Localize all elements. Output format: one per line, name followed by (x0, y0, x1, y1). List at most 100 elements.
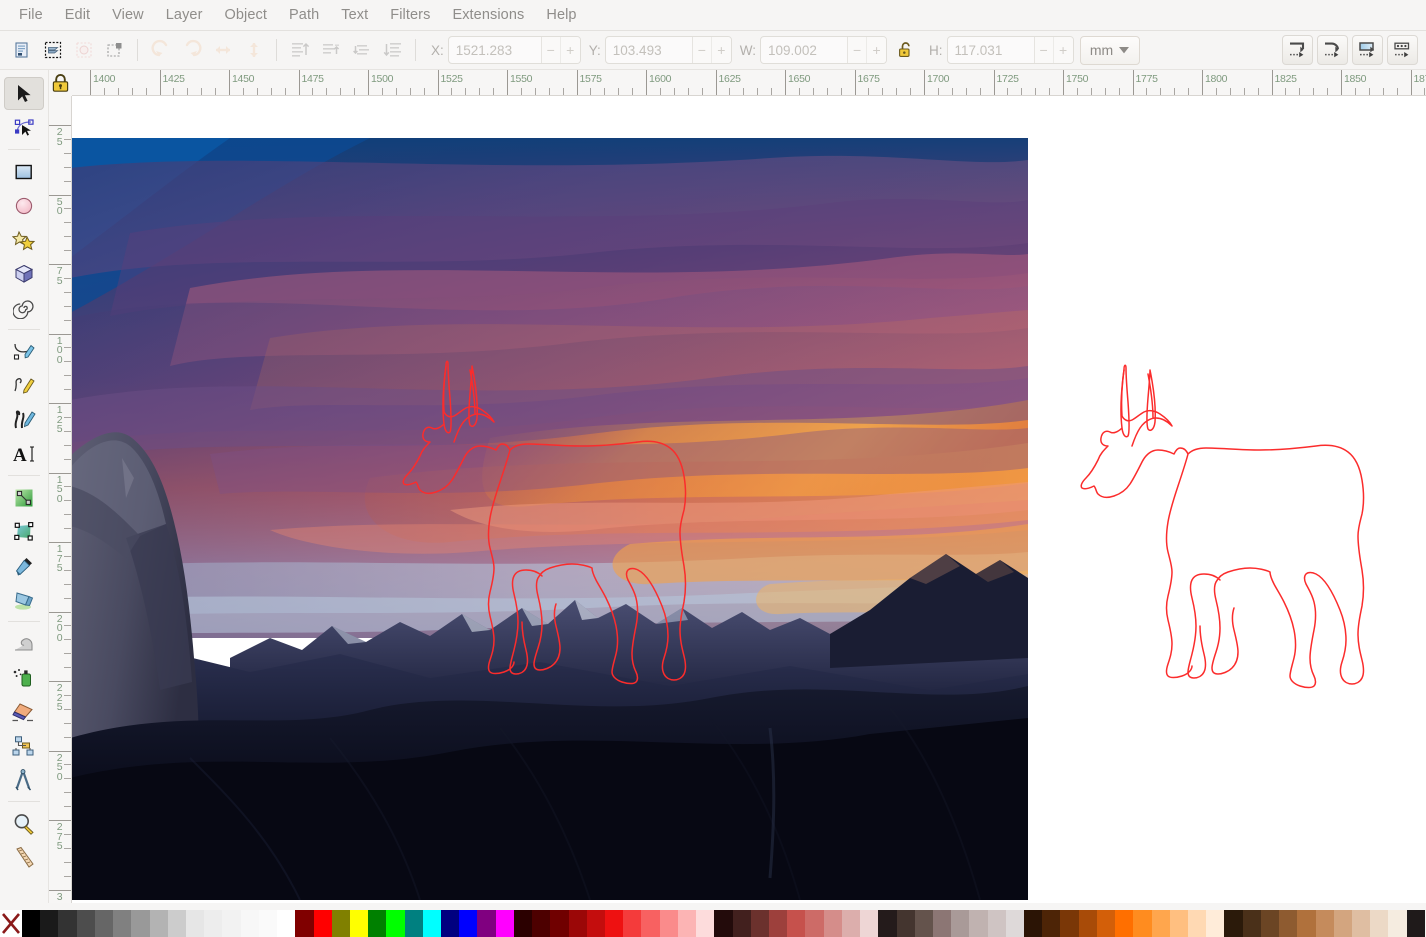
palette-swatch[interactable] (787, 910, 806, 937)
star-tool[interactable] (4, 223, 44, 256)
palette-swatch[interactable] (404, 910, 423, 937)
flip-horizontal-button[interactable] (208, 36, 237, 65)
palette-swatch[interactable] (1260, 910, 1280, 937)
menu-text[interactable]: Text (330, 4, 379, 26)
rotate-clockwise-button[interactable] (177, 36, 206, 65)
tweak-tool[interactable] (4, 627, 44, 660)
palette-swatch[interactable] (932, 910, 952, 937)
spiral-tool[interactable] (4, 291, 44, 324)
palette-swatch[interactable] (732, 910, 751, 937)
palette-swatch[interactable] (1388, 910, 1407, 937)
palette-swatch[interactable] (167, 910, 186, 937)
palette-swatch[interactable] (22, 910, 41, 937)
move-patterns-button[interactable] (1387, 35, 1418, 65)
palette-swatch[interactable] (677, 910, 697, 937)
palette-swatch[interactable] (185, 910, 205, 937)
y-stepper[interactable]: − + (691, 37, 731, 63)
h-spinbox[interactable]: − + (946, 36, 1074, 64)
palette-swatch[interactable] (1024, 910, 1043, 937)
palette-swatch[interactable] (696, 910, 715, 937)
palette-swatch[interactable] (513, 910, 533, 937)
eraser-tool[interactable] (4, 695, 44, 728)
palette-swatch[interactable] (277, 910, 296, 937)
palette-swatch[interactable] (76, 910, 95, 937)
palette-swatch[interactable] (313, 910, 332, 937)
palette-swatch[interactable] (1188, 910, 1207, 937)
y-increment-button[interactable]: + (711, 37, 731, 63)
palette-swatch[interactable] (422, 910, 442, 937)
h-decrement-button[interactable]: − (1034, 37, 1054, 63)
menu-edit[interactable]: Edit (54, 4, 101, 26)
ruler-tool[interactable] (4, 841, 44, 874)
palette-swatch[interactable] (368, 910, 387, 937)
mesh-gradient-tool[interactable] (4, 515, 44, 548)
palette-swatch[interactable] (623, 910, 642, 937)
palette-swatch[interactable] (987, 910, 1006, 937)
menu-view[interactable]: View (101, 4, 155, 26)
palette-swatch[interactable] (1224, 910, 1243, 937)
palette-swatch[interactable] (714, 910, 733, 937)
menu-path[interactable]: Path (278, 4, 330, 26)
scale-rounded-corners-button[interactable] (1317, 35, 1348, 65)
rectangle-tool[interactable] (4, 155, 44, 188)
palette-swatch[interactable] (1351, 910, 1371, 937)
palette-swatch[interactable] (222, 910, 241, 937)
menu-object[interactable]: Object (214, 4, 279, 26)
zoom-tool[interactable] (4, 807, 44, 840)
palette-swatch[interactable] (1078, 910, 1097, 937)
w-increment-button[interactable]: + (867, 37, 887, 63)
w-stepper[interactable]: − + (847, 37, 887, 63)
scale-stroke-width-button[interactable] (1282, 35, 1313, 65)
palette-swatch[interactable] (823, 910, 842, 937)
palette-swatch[interactable] (1333, 910, 1352, 937)
text-tool[interactable]: A (4, 437, 44, 470)
palette-swatch[interactable] (1297, 910, 1316, 937)
paint-bucket-tool[interactable] (4, 583, 44, 616)
palette-swatch[interactable] (204, 910, 223, 937)
palette-swatch[interactable] (1406, 910, 1425, 937)
palette-swatch[interactable] (149, 910, 168, 937)
palette-swatch[interactable] (113, 910, 132, 937)
palette-swatch[interactable] (969, 910, 988, 937)
dropper-tool[interactable] (4, 549, 44, 582)
select-same-button[interactable] (100, 36, 129, 65)
palette-swatch[interactable] (768, 910, 788, 937)
palette-swatch[interactable] (349, 910, 369, 937)
palette-swatch[interactable] (605, 910, 624, 937)
raise-one-step-button[interactable] (316, 36, 345, 65)
x-increment-button[interactable]: + (560, 37, 580, 63)
palette-swatch[interactable] (659, 910, 678, 937)
deer-outline-traced[interactable] (402, 354, 722, 694)
vertical-ruler[interactable]: 2550751001251501752002252502753 (49, 96, 72, 910)
ruler-corner-lock[interactable] (49, 70, 72, 96)
palette-swatch[interactable] (1206, 910, 1225, 937)
x-decrement-button[interactable]: − (541, 37, 561, 63)
palette-swatch[interactable] (331, 910, 350, 937)
flip-vertical-button[interactable] (239, 36, 268, 65)
palette-swatch[interactable] (750, 910, 769, 937)
deer-outline-copy[interactable] (1080, 358, 1400, 698)
palette-swatch[interactable] (1242, 910, 1261, 937)
height-input[interactable] (947, 37, 1034, 63)
color-palette[interactable] (0, 910, 1426, 937)
palette-swatch[interactable] (1096, 910, 1116, 937)
palette-swatch[interactable] (860, 910, 879, 937)
y-spinbox[interactable]: − + (604, 36, 732, 64)
palette-swatch[interactable] (1370, 910, 1389, 937)
spray-tool[interactable] (4, 661, 44, 694)
palette-swatch[interactable] (441, 910, 460, 937)
ellipse-tool[interactable] (4, 189, 44, 222)
h-increment-button[interactable]: + (1053, 37, 1073, 63)
x-stepper[interactable]: − + (540, 37, 580, 63)
palette-swatch[interactable] (1042, 910, 1061, 937)
select-all-button[interactable] (7, 36, 36, 65)
move-gradients-button[interactable] (1352, 35, 1383, 65)
palette-swatch[interactable] (1151, 910, 1170, 937)
box3d-tool[interactable] (4, 257, 44, 290)
palette-swatch[interactable] (1169, 910, 1188, 937)
x-spinbox[interactable]: − + (447, 36, 581, 64)
palette-swatch[interactable] (805, 910, 824, 937)
calligraphy-tool[interactable] (4, 403, 44, 436)
rotate-counter-clockwise-button[interactable] (146, 36, 175, 65)
select-all-in-all-layers-button[interactable] (38, 36, 67, 65)
